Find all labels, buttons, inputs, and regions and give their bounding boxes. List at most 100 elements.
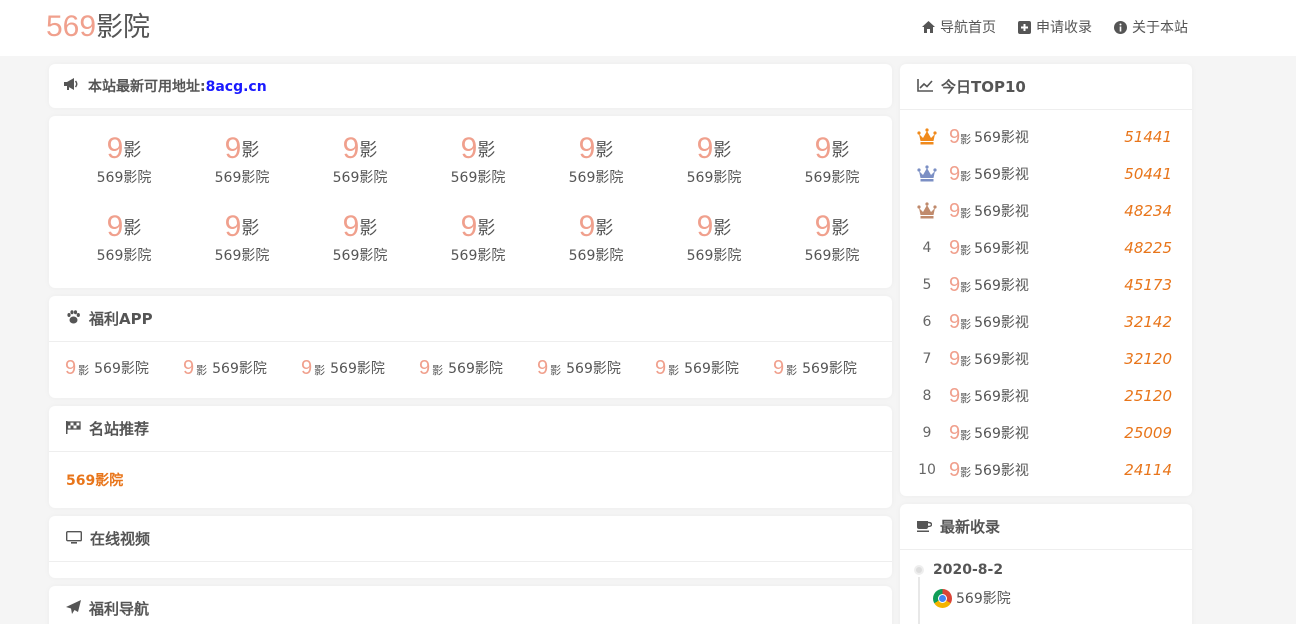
top10-row[interactable]: 9 9 影 569影视 25009	[900, 414, 1192, 451]
top10-logo: 9影	[949, 386, 971, 406]
site-grid-logo-num: 9	[578, 132, 596, 165]
site-grid-item[interactable]: 9 影 569影院	[655, 209, 773, 287]
top10-logo: 9影	[949, 201, 971, 221]
site-grid-logo-num: 9	[814, 132, 832, 165]
top10-count: 48234	[1124, 201, 1172, 220]
app-list-item[interactable]: 9 影 569影院	[301, 358, 419, 378]
site-grid-item[interactable]: 9 影 569影院	[301, 131, 419, 209]
plus-square-icon	[1018, 20, 1031, 34]
site-grid-item[interactable]: 9 影 569影院	[773, 131, 891, 209]
app-logo-char: 影	[196, 364, 208, 377]
top10-title: 今日TOP10	[941, 78, 1026, 96]
site-grid-item[interactable]: 9 影 569影院	[537, 209, 655, 287]
top10-row[interactable]: 7 9 影 569影视 32120	[900, 340, 1192, 377]
app-logo-char: 影	[668, 364, 680, 377]
site-grid-item[interactable]: 9 影 569影院	[773, 209, 891, 287]
coffee-icon	[917, 518, 933, 536]
top10-logo: 9影	[949, 238, 971, 258]
site-grid-item-label: 569影院	[214, 170, 270, 186]
top10-name: 569影视	[974, 277, 1029, 294]
site-grid-logo-char: 影	[713, 140, 732, 161]
notice-address-link[interactable]: 8acg.cn	[206, 79, 267, 95]
monitor-icon	[65, 530, 83, 548]
app-list-item[interactable]: 9 影 569影院	[419, 358, 537, 378]
top10-row[interactable]: 9 影 569影视 51441	[900, 118, 1192, 155]
site-grid-item-label: 569影院	[332, 170, 388, 186]
app-logo-num: 9	[183, 357, 195, 379]
top10-row[interactable]: 8 9 影 569影视 25120	[900, 377, 1192, 414]
app-list-item-label: 569影院	[330, 361, 385, 377]
crown-icon	[915, 202, 939, 219]
site-grid-item[interactable]: 9 影 569影院	[419, 131, 537, 209]
site-grid-item[interactable]: 9 影 569影院	[65, 209, 183, 287]
site-grid-logo-num: 9	[578, 210, 596, 243]
site-grid-item-logo: 9影	[107, 209, 142, 243]
top10-logo-char: 影	[960, 391, 972, 405]
recommend-section-title: 名站推荐	[89, 420, 150, 438]
paper-plane-icon	[66, 599, 81, 618]
top10-count: 51441	[1124, 127, 1172, 146]
site-grid-item-logo: 9影	[225, 131, 260, 165]
site-grid-logo-char: 影	[241, 218, 260, 239]
top10-logo-num: 9	[949, 458, 961, 481]
site-grid-item[interactable]: 9 影 569影院	[301, 209, 419, 287]
top10-row[interactable]: 4 9 影 569影视 48225	[900, 229, 1192, 266]
site-grid-item[interactable]: 9 影 569影院	[183, 209, 301, 287]
video-section-title: 在线视频	[90, 530, 151, 548]
timeline-date: 2020-8-2	[933, 562, 1004, 578]
site-grid-logo-num: 9	[814, 210, 832, 243]
site-grid-logo-char: 影	[359, 140, 378, 161]
logo-text: 影院	[96, 12, 151, 43]
site-grid-item[interactable]: 9 影 569影院	[419, 209, 537, 287]
site-grid-item-logo: 9影	[343, 131, 378, 165]
app-logo-char: 影	[786, 364, 798, 377]
site-grid-item[interactable]: 9 影 569影院	[655, 131, 773, 209]
logo-number: 569	[46, 10, 97, 43]
app-list-item[interactable]: 9 影 569影院	[183, 358, 301, 378]
top10-name: 569影视	[974, 314, 1029, 331]
top10-logo-char: 影	[960, 280, 972, 294]
top10-row[interactable]: 6 9 影 569影视 32142	[900, 303, 1192, 340]
app-list-item[interactable]: 9 影 569影院	[773, 358, 891, 378]
nav-submit-link[interactable]: 申请收录	[1018, 17, 1092, 37]
latest-header: 最新收录	[900, 504, 1192, 550]
top10-row[interactable]: 5 9 影 569影视 45173	[900, 266, 1192, 303]
top10-row[interactable]: 10 9 影 569影视 24114	[900, 451, 1192, 488]
nav-home-link[interactable]: 导航首页	[922, 17, 996, 37]
site-grid-item-logo: 9影	[815, 209, 850, 243]
site-grid-item-label: 569影院	[96, 248, 152, 264]
top10-logo-char: 影	[960, 354, 972, 368]
crown-icon	[915, 165, 939, 182]
site-grid-item-logo: 9影	[461, 131, 496, 165]
site-grid-logo-num: 9	[224, 210, 242, 243]
top10-rank: 5	[922, 276, 932, 293]
top10-name: 569影视	[974, 425, 1029, 442]
site-grid-item-label: 569影院	[804, 248, 860, 264]
recommend-link[interactable]: 569影院	[66, 470, 123, 490]
app-list-item-label: 569影院	[212, 361, 267, 377]
app-list-item[interactable]: 9 影 569影院	[65, 358, 183, 378]
site-grid-item[interactable]: 9 影 569影院	[65, 131, 183, 209]
app-list-item[interactable]: 9 影 569影院	[537, 358, 655, 378]
top10-row[interactable]: 9 影 569影视 50441	[900, 155, 1192, 192]
top10-row[interactable]: 9 影 569影视 48234	[900, 192, 1192, 229]
latest-card: 最新收录 2020-8-2 569影院	[900, 504, 1192, 624]
site-grid-item[interactable]: 9 影 569影院	[183, 131, 301, 209]
top10-logo-num: 9	[949, 125, 961, 148]
site-grid-logo-char: 影	[595, 218, 614, 239]
app-list-item[interactable]: 9 影 569影院	[655, 358, 773, 378]
top10-logo-num: 9	[949, 199, 961, 222]
top10-list: 9 影 569影视 51441 9 影 569影视 50441 9 影 569影视 48234 4 9 影 5…	[900, 118, 1192, 488]
top10-name: 569影视	[974, 129, 1029, 146]
site-grid-item[interactable]: 9 影 569影院	[537, 131, 655, 209]
latest-item[interactable]: 569影院	[933, 588, 1011, 608]
top10-name: 569影视	[974, 351, 1029, 368]
site-logo[interactable]: 569影院	[46, 9, 150, 46]
nav-home-label: 导航首页	[940, 20, 996, 36]
app-list-item-label: 569影院	[684, 361, 739, 377]
site-grid-item-logo: 9影	[815, 131, 850, 165]
top10-logo-char: 影	[960, 428, 972, 442]
site-grid-logo-num: 9	[696, 210, 714, 243]
chrome-icon	[933, 588, 952, 608]
nav-about-link[interactable]: 关于本站	[1114, 17, 1188, 37]
